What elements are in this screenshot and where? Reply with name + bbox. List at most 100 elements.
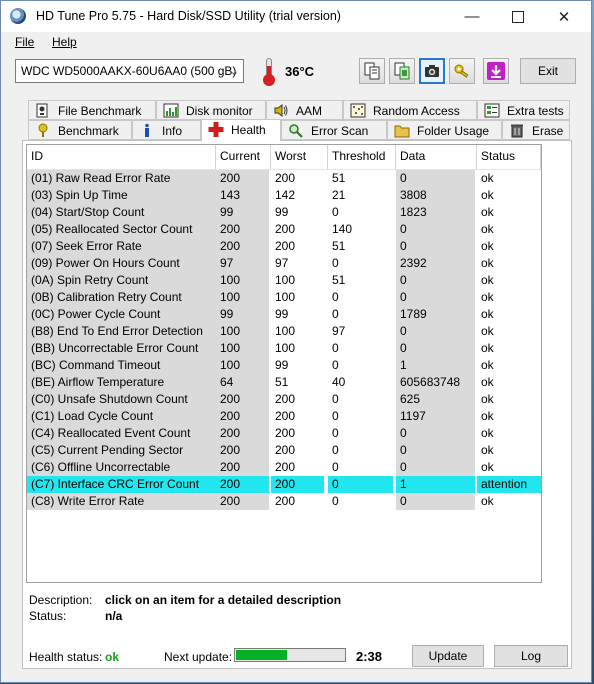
register-button[interactable] xyxy=(449,58,475,84)
table-row[interactable]: (BE) Airflow Temperature 64 51 40 605683748 o… xyxy=(27,374,541,391)
table-cell-current: 200 xyxy=(216,425,269,442)
table-cell-threshold: 140 xyxy=(328,221,393,238)
menu-file[interactable]: File xyxy=(15,35,34,49)
tab-file-benchmark[interactable]: File Benchmark xyxy=(28,100,156,120)
tab-benchmark[interactable]: Benchmark xyxy=(28,120,132,140)
exit-button[interactable]: Exit xyxy=(520,58,576,84)
table-row[interactable]: (0A) Spin Retry Count 100 100 51 0 ok xyxy=(27,272,541,289)
table-row[interactable]: (0C) Power Cycle Count 99 99 0 1789 ok xyxy=(27,306,541,323)
table-row[interactable]: (0B) Calibration Retry Count 100 100 0 0 ok xyxy=(27,289,541,306)
folder-icon xyxy=(394,125,410,138)
table-cell-id: (C6) Offline Uncorrectable xyxy=(27,459,216,476)
table-cell-threshold: 0 xyxy=(328,306,393,323)
menu-help[interactable]: Help xyxy=(52,35,77,49)
column-header-threshold[interactable]: Threshold xyxy=(328,145,396,170)
table-cell-threshold: 0 xyxy=(328,442,393,459)
tab-folder-usage[interactable]: Folder Usage xyxy=(387,120,502,140)
tab-health[interactable]: Health xyxy=(201,119,281,141)
table-cell-current: 200 xyxy=(216,442,269,459)
table-row[interactable]: (C5) Current Pending Sector 200 200 0 0 ok xyxy=(27,442,541,459)
column-header-current[interactable]: Current xyxy=(216,145,271,170)
table-row[interactable]: (BB) Uncorrectable Error Count 100 100 0 0 ok xyxy=(27,340,541,357)
table-cell-current: 100 xyxy=(216,357,269,374)
table-row[interactable]: (09) Power On Hours Count 97 97 0 2392 ok xyxy=(27,255,541,272)
camera-icon xyxy=(425,65,439,77)
column-header-worst[interactable]: Worst xyxy=(271,145,328,170)
screenshot-button[interactable] xyxy=(419,58,445,84)
table-cell-current: 200 xyxy=(216,476,269,493)
tab-extra-tests[interactable]: Extra tests xyxy=(477,100,570,120)
app-window: HD Tune Pro 5.75 - Hard Disk/SSD Utility… xyxy=(0,0,592,683)
table-cell-status: attention xyxy=(477,476,541,493)
table-cell-worst: 200 xyxy=(271,391,324,408)
table-cell-worst: 200 xyxy=(271,442,324,459)
window-title: HD Tune Pro 5.75 - Hard Disk/SSD Utility… xyxy=(36,9,341,23)
chevron-down-icon: ⌄ xyxy=(229,66,239,78)
table-row[interactable]: (C0) Unsafe Shutdown Count 200 200 0 625 ok xyxy=(27,391,541,408)
table-cell-worst: 200 xyxy=(271,476,324,493)
table-cell-status: ok xyxy=(477,170,541,187)
update-button[interactable]: Update xyxy=(412,645,484,667)
table-row[interactable]: (C7) Interface CRC Error Count 200 200 0 1 at… xyxy=(27,476,541,493)
table-cell-id: (09) Power On Hours Count xyxy=(27,255,216,272)
table-cell-worst: 100 xyxy=(271,289,324,306)
table-row[interactable]: (01) Raw Read Error Rate 200 200 51 0 ok xyxy=(27,170,541,187)
table-cell-status: ok xyxy=(477,323,541,340)
column-header-id[interactable]: ID xyxy=(27,145,216,170)
table-cell-status: ok xyxy=(477,289,541,306)
table-cell-worst: 99 xyxy=(271,204,324,221)
table-cell-status: ok xyxy=(477,374,541,391)
table-cell-id: (B8) End To End Error Detection xyxy=(27,323,216,340)
minimize-button[interactable]: — xyxy=(449,1,495,32)
copy-text-button[interactable] xyxy=(359,58,385,84)
table-cell-worst: 100 xyxy=(271,272,324,289)
copy-screen-button[interactable] xyxy=(389,58,415,84)
maximize-icon xyxy=(512,10,524,23)
table-row[interactable]: (03) Spin Up Time 143 142 21 3808 ok xyxy=(27,187,541,204)
column-header-data[interactable]: Data xyxy=(396,145,477,170)
table-cell-data: 1 xyxy=(396,476,475,493)
table-row[interactable]: (C4) Reallocated Event Count 200 200 0 0 ok xyxy=(27,425,541,442)
table-cell-data: 1 xyxy=(396,357,475,374)
tab-disk-monitor[interactable]: Disk monitor xyxy=(156,100,266,120)
table-cell-id: (0A) Spin Retry Count xyxy=(27,272,216,289)
table-cell-id: (C0) Unsafe Shutdown Count xyxy=(27,391,216,408)
table-cell-worst: 142 xyxy=(271,187,324,204)
options-button[interactable] xyxy=(483,58,509,84)
drive-select[interactable]: WDC WD5000AAKX-60U6AA0 (500 gB) ⌄ xyxy=(15,59,244,83)
maximize-button[interactable] xyxy=(495,1,541,32)
table-cell-current: 99 xyxy=(216,204,269,221)
table-cell-data: 0 xyxy=(396,221,475,238)
table-row[interactable]: (C8) Write Error Rate 200 200 0 0 ok xyxy=(27,493,541,510)
table-cell-threshold: 51 xyxy=(328,272,393,289)
table-cell-current: 200 xyxy=(216,408,269,425)
smart-table[interactable]: ID Current Worst Threshold Data Status (… xyxy=(26,144,542,583)
table-cell-status: ok xyxy=(477,442,541,459)
tab-aam[interactable]: AAM xyxy=(266,100,343,120)
table-cell-threshold: 0 xyxy=(328,476,393,493)
tab-info[interactable]: Info xyxy=(132,120,201,140)
tab-random-access[interactable]: Random Access xyxy=(343,100,477,120)
next-update-label: Next update: xyxy=(164,650,233,664)
table-row[interactable]: (05) Reallocated Sector Count 200 200 140 0 o… xyxy=(27,221,541,238)
table-cell-id: (03) Spin Up Time xyxy=(27,187,216,204)
table-cell-id: (C5) Current Pending Sector xyxy=(27,442,216,459)
table-row[interactable]: (B8) End To End Error Detection 100 100 97 0… xyxy=(27,323,541,340)
tab-erase[interactable]: Erase xyxy=(502,120,570,140)
table-row[interactable]: (C6) Offline Uncorrectable 200 200 0 0 ok xyxy=(27,459,541,476)
tab-error-scan[interactable]: Error Scan xyxy=(281,120,387,140)
table-cell-threshold: 97 xyxy=(328,323,393,340)
column-header-status[interactable]: Status xyxy=(477,145,541,170)
table-cell-current: 100 xyxy=(216,272,269,289)
table-row[interactable]: (07) Seek Error Rate 200 200 51 0 ok xyxy=(27,238,541,255)
table-cell-status: ok xyxy=(477,493,541,510)
close-button[interactable]: ✕ xyxy=(541,1,587,32)
table-cell-status: ok xyxy=(477,187,541,204)
log-button[interactable]: Log xyxy=(494,645,568,667)
table-cell-worst: 100 xyxy=(271,340,324,357)
table-row[interactable]: (BC) Command Timeout 100 99 0 1 ok xyxy=(27,357,541,374)
table-row[interactable]: (04) Start/Stop Count 99 99 0 1823 ok xyxy=(27,204,541,221)
table-cell-threshold: 0 xyxy=(328,357,393,374)
title-bar[interactable]: HD Tune Pro 5.75 - Hard Disk/SSD Utility… xyxy=(1,1,591,32)
table-row[interactable]: (C1) Load Cycle Count 200 200 0 1197 ok xyxy=(27,408,541,425)
